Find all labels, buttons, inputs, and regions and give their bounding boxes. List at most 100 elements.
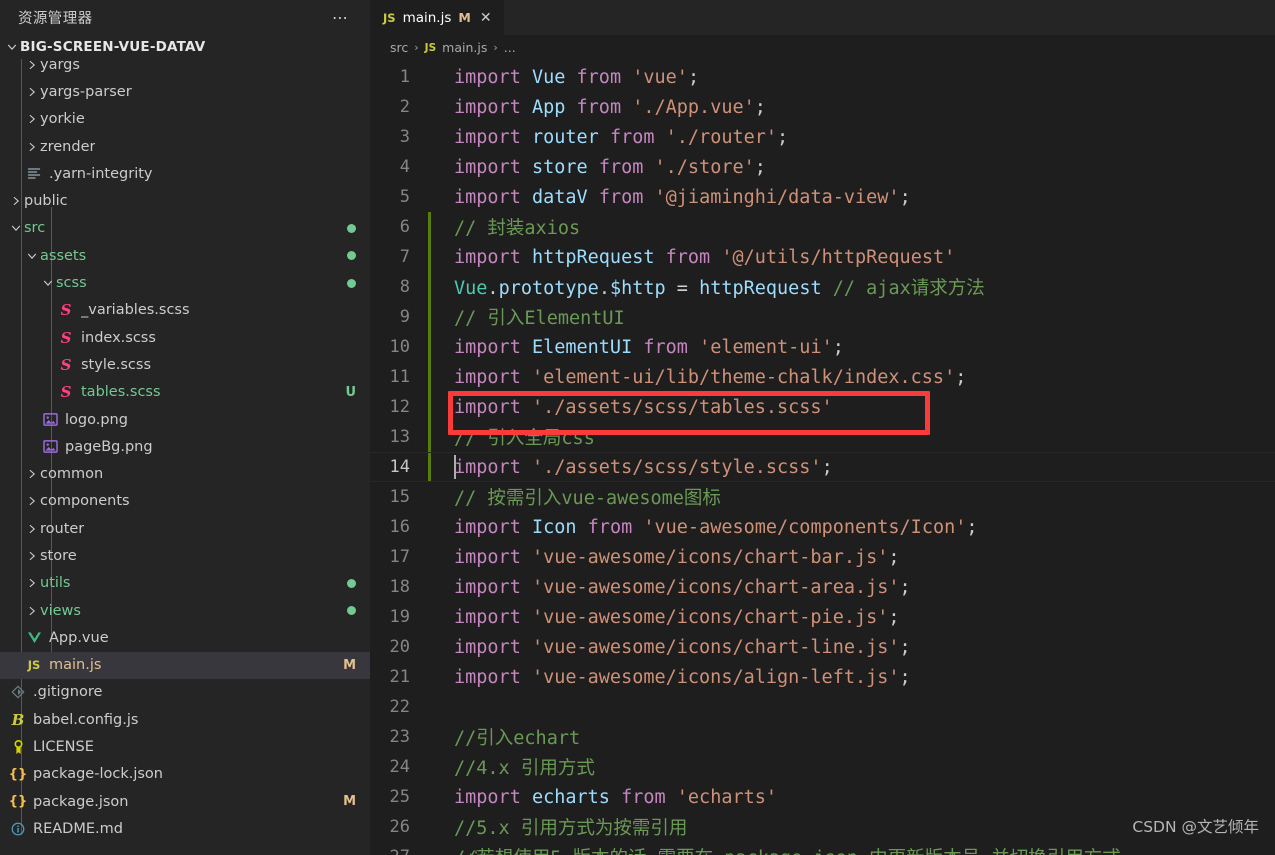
tree-item-license[interactable]: LICENSE [0,733,370,760]
code-line[interactable]: 11 import 'element-ui/lib/theme-chalk/ind… [370,362,1275,392]
code-line[interactable]: 13 // 引入全局css [370,422,1275,452]
tree-item-label: public [24,193,68,210]
tree-item-main-js[interactable]: JS main.js M [0,651,370,679]
code-line[interactable]: 1 import Vue from 'vue'; [370,62,1275,92]
tab-modified-badge: M [458,10,471,25]
tree-item-src[interactable]: src [0,215,370,242]
file-tree[interactable]: yargs yargs-parser yorkie zrender .yarn-inte… [0,59,370,855]
tree-item-common[interactable]: common [0,460,370,487]
ellipsis-icon[interactable]: ⋯ [332,9,350,25]
tree-item-label: components [40,493,130,510]
tree-item-yargs[interactable]: yargs [0,59,370,78]
tree-item-style-scss[interactable]: Sstyle.scss [0,351,370,378]
tree-item-logo-png[interactable]: logo.png [0,406,370,433]
code-line[interactable]: 20 import 'vue-awesome/icons/chart-line.j… [370,632,1275,662]
git-file-icon [8,683,28,701]
code-line[interactable]: 9 // 引入ElementUI [370,302,1275,332]
tree-item-readme-md[interactable]: README.md [0,815,370,842]
tree-item-label: package-lock.json [33,766,163,783]
tree-item-gitignore[interactable]: .gitignore [0,679,370,706]
line-number: 15 [389,487,410,507]
breadcrumb-separator-icon: › [493,41,498,54]
tab-label: main.js [402,9,452,26]
tree-item-utils[interactable]: utils [0,570,370,597]
line-number: 16 [389,517,410,537]
tree-item-yorkie[interactable]: yorkie [0,106,370,133]
code-line[interactable]: 24 //4.x 引用方式 [370,752,1275,782]
tree-item-label: logo.png [65,411,128,428]
line-number: 7 [399,247,410,267]
code-line[interactable]: 23 //引入echart [370,722,1275,752]
sass-file-icon: S [60,355,72,374]
code-line[interactable]: 27//҉若想使用5 版本的话 需要在 package.json 中更新版本号 … [370,842,1275,855]
code-editor[interactable]: 1 import Vue from 'vue'; 2 import App from … [370,60,1275,855]
breadcrumb-item[interactable]: ... [504,40,516,55]
line-number: 23 [389,727,410,747]
tree-item-yarn-integrity[interactable]: .yarn-integrity [0,160,370,187]
code-line[interactable]: 5 import dataV from '@jiaminghi/data-view… [370,182,1275,212]
tree-item-store[interactable]: store [0,542,370,569]
code-line[interactable]: 10 import ElementUI from 'element-ui'; [370,332,1275,362]
tree-item-babel-config-js[interactable]: Bbabel.config.js [0,706,370,733]
code-line[interactable]: 6 // 封装axios [370,212,1275,242]
tree-item-pagebg-png[interactable]: pageBg.png [0,433,370,460]
tree-item-router[interactable]: router [0,515,370,542]
modified-dot-indicator [347,578,356,588]
tree-item-zrender[interactable]: zrender [0,133,370,160]
breadcrumb[interactable]: src › JS main.js ›... [370,35,1275,60]
code-line[interactable]: 12 import './assets/scss/tables.scss' [370,392,1275,422]
git-status-badge: M [343,794,356,810]
tree-item-app-vue[interactable]: App.vue [0,624,370,651]
breadcrumb-item[interactable]: src [390,40,408,55]
code-line[interactable]: 15 // 按需引入vue-awesome图标 [370,482,1275,512]
tree-item-views[interactable]: views [0,597,370,624]
code-text: //҉若想使用5 版本的话 需要在 package.json 中更新版本号 并切… [432,844,1121,855]
project-root-row[interactable]: BIG-SCREEN-VUE-DATAV [0,35,370,59]
json-file-icon: {} [8,794,28,810]
code-line[interactable]: 14 import './assets/scss/style.scss'; [370,452,1275,482]
code-line[interactable]: 25 import echarts from 'echarts' [370,782,1275,812]
code-line[interactable]: 7 import httpRequest from '@/utils/httpRe… [370,242,1275,272]
tree-item-public[interactable]: public [0,187,370,214]
tree-item-scss[interactable]: scss [0,269,370,296]
code-text: import 'vue-awesome/icons/chart-bar.js'; [454,546,900,568]
code-line[interactable]: 8 Vue.prototype.$http = httpRequest // aj… [370,272,1275,302]
line-number: 12 [389,397,410,417]
modified-dot-indicator [347,223,356,233]
code-line[interactable]: 2 import App from './App.vue'; [370,92,1275,122]
line-number: 5 [399,187,410,207]
project-name: BIG-SCREEN-VUE-DATAV [20,39,206,55]
breadcrumb-item[interactable]: main.js [442,40,487,55]
tree-item-package-lock-json[interactable]: {} package-lock.json [0,761,370,788]
code-text: import ElementUI from 'element-ui'; [454,336,844,358]
tree-item-variables-scss[interactable]: S _variables.scss [0,297,370,324]
tree-item-package-json[interactable]: {} package.json M [0,788,370,815]
code-text: import 'vue-awesome/icons/chart-line.js'… [454,636,911,658]
code-line[interactable]: 17 import 'vue-awesome/icons/chart-bar.js… [370,542,1275,572]
tree-item-components[interactable]: components [0,488,370,515]
line-number: 24 [389,757,410,777]
code-line[interactable]: 26 //5.x 引用方式为按需引用 [370,812,1275,842]
code-line[interactable]: 16 import Icon from 'vue-awesome/componen… [370,512,1275,542]
code-line[interactable]: 4 import store from './store'; [370,152,1275,182]
code-line[interactable]: 18 import 'vue-awesome/icons/chart-area.j… [370,572,1275,602]
tree-item-yargs-parser[interactable]: yargs-parser [0,78,370,105]
tree-item-label: _variables.scss [81,302,190,319]
code-text: //引入echart [454,728,581,749]
code-line[interactable]: 3 import router from './router'; [370,122,1275,152]
tree-item-index-scss[interactable]: Sindex.scss [0,324,370,351]
close-icon[interactable]: ✕ [478,11,494,25]
tab-main-js[interactable]: JS main.js M ✕ [370,0,505,35]
tree-item-label: yargs [40,59,80,73]
tree-item-assets[interactable]: assets [0,242,370,269]
tree-item-label: style.scss [81,356,152,373]
code-line[interactable]: 19 import 'vue-awesome/icons/chart-pie.js… [370,602,1275,632]
code-line[interactable]: 22 [370,692,1275,722]
line-number: 10 [389,337,410,357]
tree-item-label: yargs-parser [40,83,132,100]
json-file-icon: {} [8,766,28,782]
code-text: import Vue from 'vue'; [454,66,700,88]
code-line[interactable]: 21 import 'vue-awesome/icons/align-left.j… [370,662,1275,692]
line-number: 2 [399,97,410,117]
tree-item-tables-scss[interactable]: Stables.scss U [0,379,370,406]
